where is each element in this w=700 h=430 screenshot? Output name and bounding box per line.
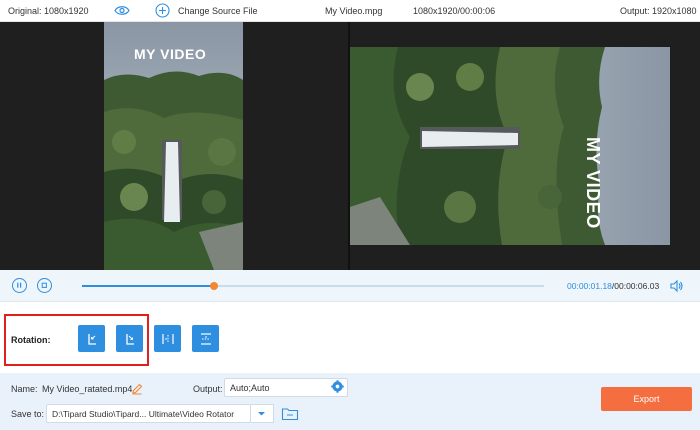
folder-icon[interactable] — [281, 406, 299, 421]
flip-vertical-icon — [200, 332, 211, 345]
output-resolution: Output: 1920x1080 — [620, 6, 697, 16]
rotated-preview-pane: MY VIDEO — [350, 22, 700, 270]
add-file-icon[interactable] — [155, 3, 170, 18]
rotation-panel: Rotation: — [0, 303, 700, 373]
stop-icon — [41, 282, 47, 288]
original-preview-pane: MY VIDEO — [0, 22, 348, 270]
flip-vertical-button[interactable] — [192, 325, 219, 352]
rotate-right-icon — [125, 333, 134, 345]
seek-slider[interactable] — [82, 282, 544, 290]
save-path-value: D:\Tipard Studio\Tipard... Ultimate\Vide… — [52, 409, 235, 419]
playback-bar: 00:00:01.18/00:00:06.03 — [0, 270, 700, 302]
rotated-watermark-text: MY VIDEO — [583, 137, 603, 229]
seek-progress — [82, 285, 214, 287]
save-path-field[interactable]: D:\Tipard Studio\Tipard... Ultimate\Vide… — [46, 404, 251, 423]
rotated-waterfall-scene-image — [350, 47, 670, 245]
video-rotator-window: Original: 1080x1920 Change Source File M… — [0, 0, 700, 430]
current-time: 00:00:01.18 — [567, 281, 612, 291]
rotation-label: Rotation: — [11, 335, 51, 345]
rotate-left-icon — [87, 333, 96, 345]
output-label: Output: — [193, 384, 223, 394]
output-file-name: My Video_ratated.mp4 — [42, 384, 133, 394]
volume-icon[interactable] — [669, 279, 683, 293]
chevron-down-icon — [258, 412, 265, 416]
pencil-icon[interactable] — [131, 383, 143, 395]
time-display: 00:00:01.18/00:00:06.03 — [567, 281, 659, 291]
video-preview-area: MY VIDEO MY VIDEO — [0, 22, 700, 270]
output-format-value: Auto;Auto — [230, 383, 270, 393]
output-settings-panel: Name: My Video_ratated.mp4 Output: Auto;… — [0, 373, 700, 430]
export-button[interactable]: Export — [601, 387, 692, 411]
original-video-frame: MY VIDEO — [104, 22, 243, 270]
resolution-duration: 1080x1920/00:00:06 — [413, 6, 496, 16]
pause-icon — [17, 282, 22, 288]
name-label: Name: — [11, 384, 38, 394]
pause-button[interactable] — [12, 278, 27, 293]
file-name: My Video.mpg — [325, 6, 383, 16]
eye-icon[interactable] — [114, 5, 130, 16]
rotate-left-button[interactable] — [78, 325, 105, 352]
original-resolution: Original: 1080x1920 — [8, 6, 89, 16]
gear-icon[interactable] — [331, 380, 344, 393]
rotate-right-button[interactable] — [116, 325, 143, 352]
flip-horizontal-icon — [161, 333, 174, 344]
total-time: /00:00:06.03 — [611, 281, 660, 291]
top-bar: Original: 1080x1920 Change Source File M… — [0, 0, 700, 22]
flip-horizontal-button[interactable] — [154, 325, 181, 352]
output-format-field[interactable]: Auto;Auto — [224, 378, 348, 397]
stop-button[interactable] — [37, 278, 52, 293]
save-path-dropdown-button[interactable] — [251, 404, 274, 423]
save-to-label: Save to: — [11, 409, 45, 419]
original-watermark-text: MY VIDEO — [134, 46, 207, 62]
change-source-file-button[interactable]: Change Source File — [178, 6, 258, 16]
seek-handle[interactable] — [209, 282, 218, 290]
rotated-video-frame: MY VIDEO — [350, 47, 670, 245]
